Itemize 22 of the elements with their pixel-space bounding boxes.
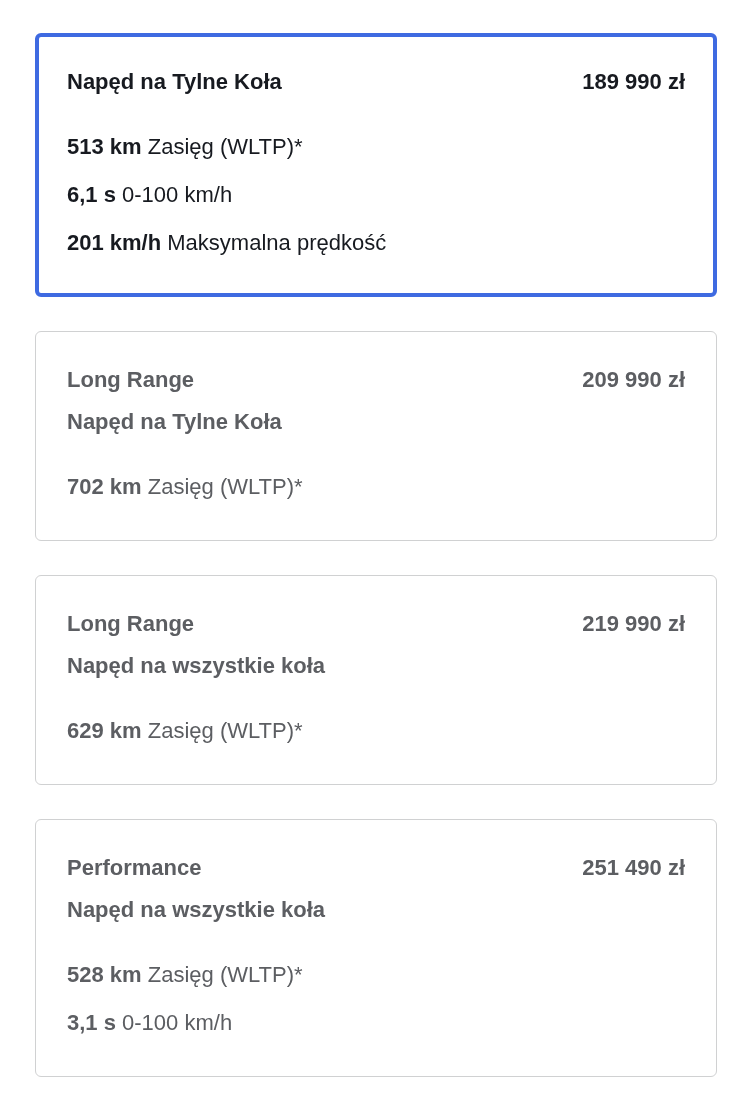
spec-text: 702 km Zasięg (WLTP)* (67, 473, 304, 501)
option-price: 251 490 zł (582, 854, 685, 882)
spec-text: 201 km/h Maksymalna prędkość (67, 229, 388, 257)
option-title: Long Range (67, 366, 196, 394)
option-title: Napęd na wszystkie koła (67, 896, 325, 924)
option-card[interactable]: Long Range Napęd na wszystkie koła 219 990 zł 629 km Zasięg (WLTP)* (35, 575, 717, 785)
option-title: Long Range (67, 610, 196, 638)
option-title: Napęd na Tylne Koła (67, 68, 282, 96)
option-price: 209 990 zł (582, 366, 685, 394)
option-card[interactable]: Napęd na Tylne Koła 189 990 zł 513 km Zasięg (WLTP)* 6,1 s 0-100 km/h 201 km/h Maksymalna prędkość (35, 33, 717, 297)
option-price: 219 990 zł (582, 610, 685, 638)
spec-text: 3,1 s 0-100 km/h (67, 1009, 234, 1037)
option-title: Napęd na Tylne Koła (67, 408, 282, 436)
option-card[interactable]: Performance Napęd na wszystkie koła 251 490 zł 528 km Zasięg (WLTP)* 3,1 s 0-100 km/h (35, 819, 717, 1077)
option-price: 189 990 zł (582, 68, 685, 96)
spec-text: 6,1 s 0-100 km/h (67, 181, 234, 209)
spec-text: 528 km Zasięg (WLTP)* (67, 961, 304, 989)
option-title: Napęd na wszystkie koła (67, 652, 325, 680)
option-card[interactable]: Long Range Napęd na Tylne Koła 209 990 zł 702 km Zasięg (WLTP)* (35, 331, 717, 541)
spec-text: 513 km Zasięg (WLTP)* (67, 133, 304, 161)
spec-text: 629 km Zasięg (WLTP)* (67, 717, 304, 745)
option-title: Performance (67, 854, 203, 882)
